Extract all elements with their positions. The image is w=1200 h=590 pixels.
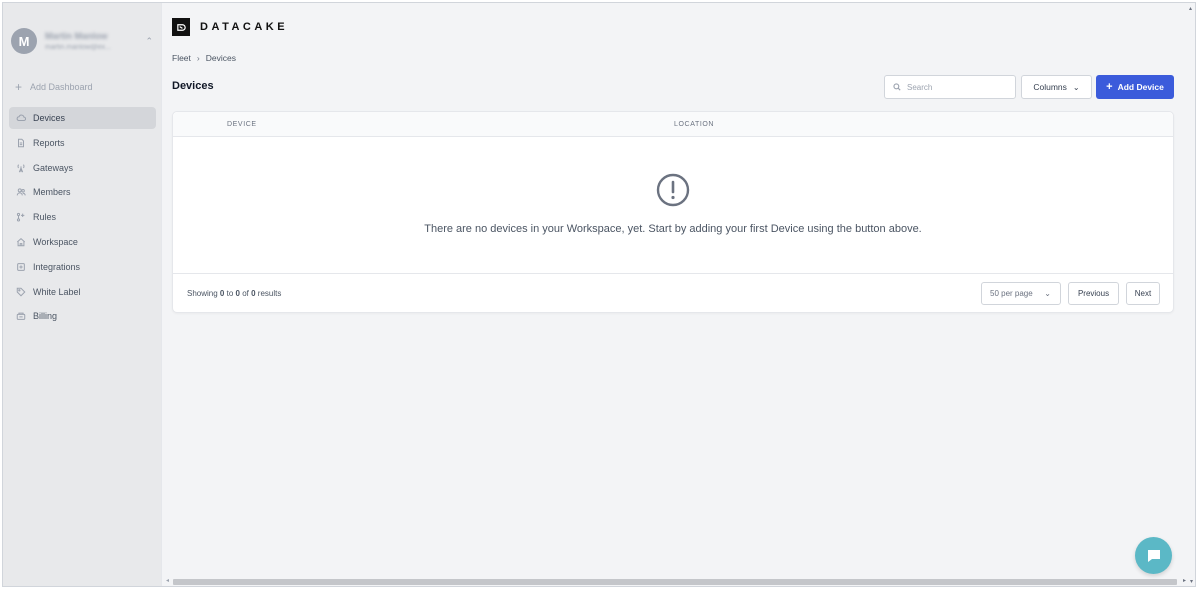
horizontal-scrollbar[interactable]: ◂ ▸ xyxy=(163,576,1195,586)
sidebar-item-label: White Label xyxy=(33,286,81,297)
puzzle-icon xyxy=(15,261,27,273)
sidebar-item-reports[interactable]: Reports xyxy=(9,132,156,154)
sidebar-item-rules[interactable]: Rules xyxy=(9,206,156,228)
sidebar-item-integrations[interactable]: Integrations xyxy=(9,256,156,278)
scrollbar-thumb[interactable] xyxy=(173,579,1177,585)
table-footer: Showing 0 to 0 of 0 results 50 per page … xyxy=(173,273,1173,313)
sidebar-item-white-label[interactable]: White Label xyxy=(9,281,156,303)
per-page-select[interactable]: 50 per page ⌄ xyxy=(981,282,1061,305)
plus-icon: + xyxy=(1106,80,1113,93)
search-icon xyxy=(893,83,901,91)
sidebar-item-gateways[interactable]: Gateways xyxy=(9,157,156,179)
chevron-down-icon: ⌄ xyxy=(1072,82,1080,92)
scroll-left-icon[interactable]: ◂ xyxy=(166,577,169,584)
cloud-icon xyxy=(15,112,27,124)
app-window: M Martin Manlow martin.manlow@ex... ⌃ + … xyxy=(2,2,1196,587)
antenna-icon xyxy=(15,162,27,174)
add-dashboard-label: Add Dashboard xyxy=(30,82,93,92)
user-email: martin.manlow@ex... xyxy=(45,44,111,51)
empty-message: There are no devices in your Workspace, … xyxy=(424,223,922,235)
breadcrumb-fleet[interactable]: Fleet xyxy=(172,53,191,63)
next-button[interactable]: Next xyxy=(1126,282,1160,305)
sidebar-nav: Devices Reports Gateways Members Rules W… xyxy=(9,107,156,330)
sidebar-item-billing[interactable]: Billing xyxy=(9,305,156,327)
sidebar-item-members[interactable]: Members xyxy=(9,181,156,203)
home-icon xyxy=(15,236,27,248)
previous-button[interactable]: Previous xyxy=(1068,282,1119,305)
devices-table: DEVICE LOCATION There are no devices in … xyxy=(172,111,1174,313)
exclamation-circle-icon xyxy=(656,173,690,207)
search-input[interactable] xyxy=(907,82,1007,92)
sidebar-item-label: Reports xyxy=(33,137,65,148)
plus-icon: + xyxy=(15,80,23,94)
brand-logo[interactable]: DATACAKE xyxy=(172,18,288,36)
sidebar-item-label: Workspace xyxy=(33,236,78,247)
users-icon xyxy=(15,186,27,198)
sidebar-item-label: Gateways xyxy=(33,162,74,173)
sidebar-item-label: Devices xyxy=(33,113,66,123)
document-icon xyxy=(15,137,27,149)
billing-icon xyxy=(15,310,27,322)
chevron-down-icon: ⌄ xyxy=(1044,289,1051,298)
chat-widget-button[interactable] xyxy=(1135,537,1172,574)
column-header-location[interactable]: LOCATION xyxy=(674,121,714,128)
columns-button[interactable]: Columns ⌄ xyxy=(1021,75,1092,99)
rules-icon xyxy=(15,211,27,223)
sidebar-item-devices[interactable]: Devices xyxy=(9,107,156,129)
sidebar-item-label: Rules xyxy=(33,212,57,223)
breadcrumb-devices: Devices xyxy=(205,53,236,63)
add-device-button[interactable]: + Add Device xyxy=(1096,75,1174,99)
sidebar-item-label: Billing xyxy=(33,311,58,322)
search-box xyxy=(884,75,1016,99)
chevron-right-icon: › xyxy=(196,53,200,63)
user-switcher[interactable]: M Martin Manlow martin.manlow@ex... ⌃ xyxy=(11,27,153,55)
results-summary: Showing 0 to 0 of 0 results xyxy=(187,289,282,298)
avatar: M xyxy=(11,28,37,54)
main-content: DATACAKE Fleet › Devices Devices Columns… xyxy=(163,3,1195,586)
chat-icon xyxy=(1147,549,1160,562)
page-title: Devices xyxy=(172,80,214,92)
column-header-device[interactable]: DEVICE xyxy=(227,121,257,128)
add-device-label: Add Device xyxy=(1117,82,1164,92)
columns-label: Columns xyxy=(1033,82,1067,92)
add-dashboard-button[interactable]: + Add Dashboard xyxy=(15,81,93,93)
sidebar-item-label: Members xyxy=(33,187,71,198)
tag-icon xyxy=(15,286,27,298)
datacake-logo-icon xyxy=(172,18,190,36)
scroll-up-icon[interactable]: ▴ xyxy=(1189,5,1192,12)
table-header: DEVICE LOCATION xyxy=(173,112,1173,137)
scroll-down-icon[interactable]: ▾ xyxy=(1190,578,1193,585)
sidebar: M Martin Manlow martin.manlow@ex... ⌃ + … xyxy=(3,3,162,586)
sidebar-item-workspace[interactable]: Workspace xyxy=(9,231,156,253)
sidebar-item-label: Integrations xyxy=(33,261,81,272)
breadcrumb: Fleet › Devices xyxy=(172,53,236,63)
empty-state: There are no devices in your Workspace, … xyxy=(173,172,1173,235)
user-name: Martin Manlow xyxy=(45,31,108,41)
brand-name: DATACAKE xyxy=(200,21,289,33)
chevron-updown-icon: ⌃ xyxy=(145,35,153,46)
scroll-right-icon[interactable]: ▸ xyxy=(1183,577,1186,584)
per-page-value: 50 per page xyxy=(990,289,1033,298)
